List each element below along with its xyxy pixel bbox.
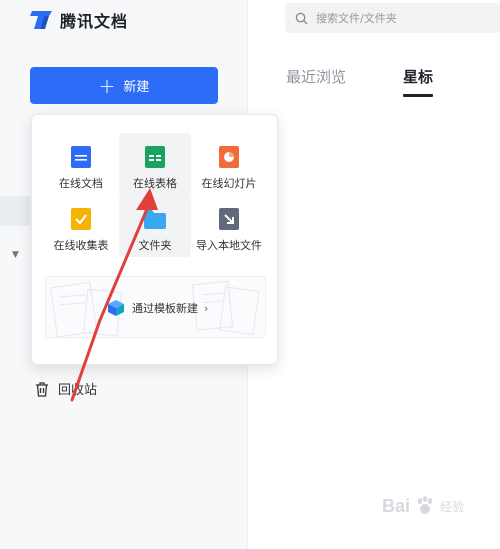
watermark: Bai 经验 [382, 495, 464, 517]
plus-icon: + [98, 73, 116, 98]
folder-icon [144, 210, 166, 229]
search-bar[interactable] [285, 3, 500, 33]
search-icon [295, 12, 308, 25]
template-cube-icon [108, 300, 124, 316]
create-folder[interactable]: 文件夹 [119, 195, 191, 257]
chevron-right-icon: › [204, 301, 209, 315]
create-online-doc-label: 在线文档 [59, 177, 103, 190]
watermark-sub: 经验 [440, 499, 465, 514]
search-input[interactable] [314, 10, 498, 26]
trash-label: 回收站 [58, 383, 98, 398]
online-form-icon [71, 208, 91, 230]
create-online-sheet[interactable]: 在线表格 [119, 133, 191, 195]
caret-down-icon[interactable]: ▼ [12, 250, 19, 260]
sidebar-item-selected[interactable] [0, 196, 30, 226]
trash-icon [36, 381, 48, 397]
import-local-file-label: 导入本地文件 [196, 239, 262, 252]
create-online-slides-label: 在线幻灯片 [201, 177, 257, 190]
online-doc-icon [71, 146, 91, 168]
create-from-template[interactable]: 通过模板新建 › [45, 276, 266, 338]
tab-starred[interactable]: 星标 [403, 66, 434, 97]
import-local-file[interactable]: 导入本地文件 [193, 195, 265, 257]
create-online-form[interactable]: 在线收集表 [45, 195, 117, 257]
create-online-doc[interactable]: 在线文档 [45, 133, 117, 195]
create-online-form-label: 在线收集表 [53, 239, 109, 252]
tencent-docs-logo-icon [30, 11, 52, 29]
app-logo[interactable]: 腾讯文档 [30, 8, 128, 32]
online-sheet-icon [145, 146, 165, 168]
watermark-text: Bai [382, 495, 411, 516]
app-name: 腾讯文档 [60, 12, 129, 31]
paw-logo-icon [417, 496, 433, 514]
create-menu: 在线文档 在线表格 在线幻灯片 在线收集表 文件夹 导入本地文件 通过模板新建 … [31, 114, 278, 365]
import-file-icon [219, 208, 239, 230]
create-online-slides[interactable]: 在线幻灯片 [193, 133, 265, 195]
create-folder-label: 文件夹 [138, 239, 172, 252]
sidebar-item-trash[interactable]: 回收站 [34, 379, 97, 398]
tab-recent[interactable]: 最近浏览 [286, 66, 346, 97]
new-button-label: 新建 [123, 80, 150, 95]
online-slides-icon [219, 146, 239, 168]
new-button[interactable]: + 新建 [30, 67, 218, 104]
template-label: 通过模板新建 [132, 302, 198, 315]
create-online-sheet-label: 在线表格 [133, 177, 177, 190]
main-tabs: 最近浏览 星标 [286, 66, 434, 97]
